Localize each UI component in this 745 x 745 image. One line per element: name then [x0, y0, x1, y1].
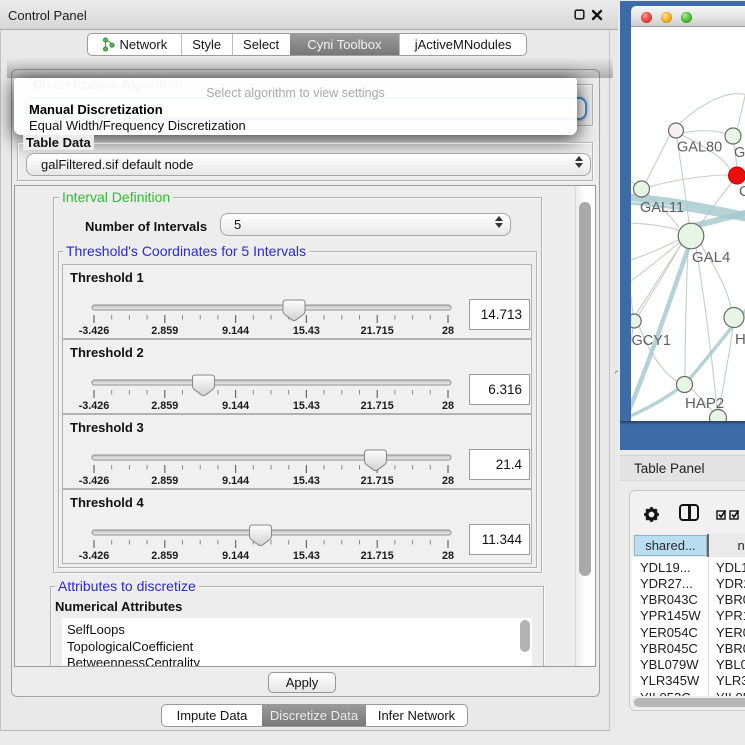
svg-text:15.43: 15.43 — [293, 550, 320, 562]
svg-text:GCY1: GCY1 — [632, 333, 672, 349]
svg-text:21.715: 21.715 — [361, 475, 394, 487]
svg-text:GAL11: GAL11 — [640, 200, 684, 216]
svg-text:21.715: 21.715 — [361, 400, 394, 412]
svg-text:GAL4: GAL4 — [692, 249, 730, 266]
svg-text:9.144: 9.144 — [222, 550, 249, 562]
svg-text:-3.426: -3.426 — [79, 400, 110, 412]
svg-text:HAP2: HAP2 — [685, 395, 724, 412]
svg-text:2.859: 2.859 — [151, 550, 178, 562]
svg-text:-3.426: -3.426 — [79, 550, 110, 562]
svg-text:GAL: GAL — [734, 145, 745, 161]
svg-text:2.859: 2.859 — [151, 475, 178, 487]
svg-text:C: C — [739, 184, 745, 200]
svg-text:15.43: 15.43 — [293, 475, 320, 487]
svg-text:GAL80: GAL80 — [677, 140, 722, 156]
svg-text:28: 28 — [442, 550, 454, 562]
svg-text:2.859: 2.859 — [151, 325, 178, 337]
svg-text:28: 28 — [442, 400, 454, 412]
svg-text:21.715: 21.715 — [361, 325, 394, 337]
svg-text:15.43: 15.43 — [293, 400, 320, 412]
svg-text:HIS4: HIS4 — [735, 331, 745, 348]
svg-text:-3.426: -3.426 — [79, 475, 110, 487]
svg-text:28: 28 — [442, 325, 454, 337]
svg-text:15.43: 15.43 — [293, 325, 320, 337]
svg-text:-3.426: -3.426 — [79, 325, 110, 337]
svg-text:9.144: 9.144 — [222, 325, 249, 337]
svg-text:28: 28 — [442, 475, 454, 487]
svg-text:9.144: 9.144 — [222, 475, 249, 487]
svg-text:21.715: 21.715 — [361, 550, 394, 562]
svg-text:9.144: 9.144 — [222, 400, 249, 412]
svg-text:2.859: 2.859 — [151, 400, 178, 412]
